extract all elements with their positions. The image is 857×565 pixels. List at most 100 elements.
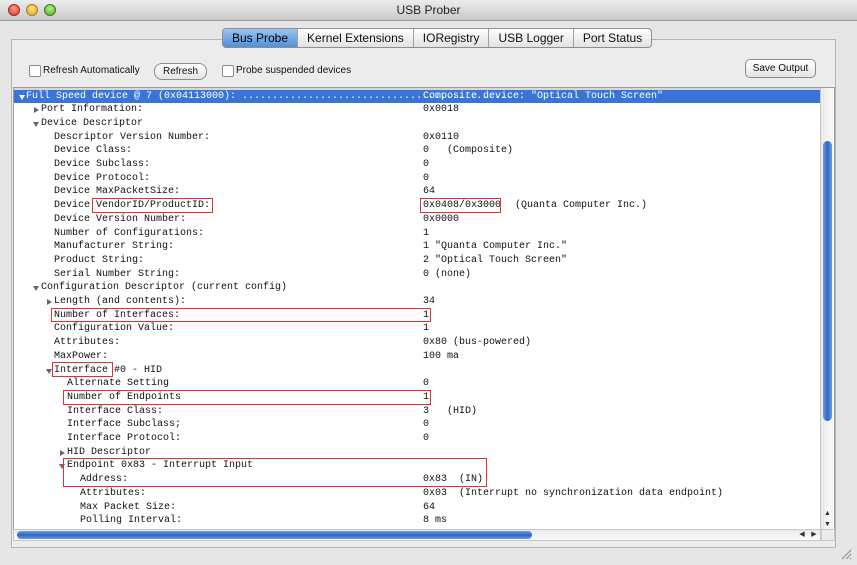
tree-row[interactable]: Device Subclass: 0 <box>14 158 820 172</box>
row-key: Device Descriptor <box>41 117 144 129</box>
row-key: Device Class: <box>54 145 133 157</box>
tab-bus-probe[interactable]: Bus Probe <box>223 29 299 47</box>
tree-row[interactable]: Manufacturer String: 1 "Quanta Computer … <box>14 240 820 254</box>
refresh-automatically-checkbox[interactable] <box>29 65 41 77</box>
row-value: 0x80 (bus-powered) <box>423 337 532 349</box>
row-key: Number of Configurations: <box>54 227 205 239</box>
tab-kernel-extensions[interactable]: Kernel Extensions <box>298 29 414 47</box>
resize-grip-icon[interactable] <box>840 548 852 560</box>
row-key: Descriptor Version Number: <box>54 131 211 143</box>
row-key: Product String: <box>54 254 145 266</box>
tree-row[interactable]: Attributes: 0x80 (bus-powered) <box>14 336 820 350</box>
save-output-button[interactable]: Save Output <box>745 59 816 78</box>
tree-row[interactable]: Device Version Number: 0x0000 <box>14 213 820 227</box>
tree-row[interactable]: Alternate Setting 0 <box>14 377 820 391</box>
highlight-endpoint-0x83 <box>63 458 487 487</box>
row-key: Interface Subclass; <box>67 419 182 431</box>
disclosure-down-icon[interactable] <box>19 94 25 100</box>
row-value: 0x03 (Interrupt no synchronization data … <box>423 487 724 499</box>
probe-suspended-checkbox[interactable] <box>222 65 234 77</box>
row-value: 0 <box>423 159 430 170</box>
row-value: 1 <box>423 323 430 335</box>
highlight-number-of-interfaces <box>51 308 431 322</box>
probe-suspended-label: Probe suspended devices <box>236 65 352 76</box>
highlight-number-of-endpoints <box>63 390 431 405</box>
row-key: Max Packet Size: <box>80 501 177 513</box>
tree-row[interactable]: MaxPower: 100 ma <box>14 350 820 364</box>
tree-row[interactable]: Number of Configurations: 1 <box>14 227 820 241</box>
tree-row[interactable]: Interface Subclass; 0 <box>14 418 820 432</box>
window-title: USB Prober <box>396 3 461 17</box>
row-value: 100 ma <box>423 350 460 362</box>
title-bar[interactable]: USB Prober <box>0 0 857 21</box>
tree-row[interactable]: Serial Number String: 0 (none) <box>14 268 820 282</box>
disclosure-right-icon[interactable] <box>47 299 52 305</box>
row-key: Device Version Number: <box>54 213 187 225</box>
row-value: 0x0018 <box>423 104 460 116</box>
horizontal-scroll-thumb[interactable] <box>17 531 532 539</box>
tree-row[interactable]: Configuration Value: 1 <box>14 322 820 336</box>
highlight-vendor-product-label <box>92 198 213 213</box>
scroll-left-arrow-icon[interactable]: ◀ <box>796 530 808 540</box>
scrollbar-corner <box>821 529 835 541</box>
tree-row[interactable]: Interface #0 - HID <box>14 364 820 378</box>
tree-row[interactable]: Device Descriptor <box>14 117 820 131</box>
tree-row[interactable]: Port Information: 0x0018 <box>14 103 820 117</box>
tree-row[interactable]: Device Class: 0 (Composite) <box>14 144 820 158</box>
tab-ioregistry[interactable]: IORegistry <box>414 29 490 47</box>
row-key: Length (and contents): <box>54 296 187 307</box>
tab-bar: Bus Probe Kernel Extensions IORegistry U… <box>222 28 653 48</box>
row-key: Manufacturer String: <box>54 241 175 253</box>
tab-port-status[interactable]: Port Status <box>574 29 651 47</box>
tree-row[interactable]: Polling Interval: 8 ms <box>14 514 820 528</box>
row-value: 0 <box>423 172 430 184</box>
row-value: 64 <box>423 501 436 513</box>
row-key: Attributes: <box>80 487 147 499</box>
refresh-automatically-label: Refresh Automatically <box>43 65 140 76</box>
row-key: Device Protocol: <box>54 172 151 184</box>
vertical-scrollbar[interactable]: ▲ ▼ <box>820 88 834 529</box>
vertical-scroll-thumb[interactable] <box>823 141 832 421</box>
row-key: Attributes: <box>54 337 121 349</box>
row-key: Device Subclass: <box>54 159 151 170</box>
tree-row[interactable]: Device Protocol: 0 <box>14 172 820 186</box>
row-value: 3 (HID) <box>423 405 478 417</box>
tab-usb-logger[interactable]: USB Logger <box>489 29 574 47</box>
row-key: Serial Number String: <box>54 268 181 280</box>
tree-row[interactable]: Product String: 2 "Optical Touch Screen" <box>14 254 820 268</box>
horizontal-scrollbar[interactable]: ◀ ▶ <box>13 529 821 541</box>
row-key: Interface Protocol: <box>67 433 182 444</box>
refresh-button[interactable]: Refresh <box>154 63 207 80</box>
row-value: 8 ms <box>423 515 448 527</box>
tree-row[interactable]: Descriptor Version Number: 0x0110 <box>14 131 820 145</box>
row-key: Configuration Value: <box>54 323 175 335</box>
row-value: 0 <box>423 433 430 444</box>
row-value: 1 "Quanta Computer Inc." <box>423 241 568 253</box>
highlight-interface-0 <box>52 362 113 377</box>
tree-row[interactable]: Max Packet Size: 64 <box>14 501 820 515</box>
row-value: 0 (Composite) <box>423 145 514 157</box>
tree-row[interactable]: Attributes: 0x03 (Interrupt no synchroni… <box>14 487 820 501</box>
disclosure-right-icon[interactable] <box>60 449 65 456</box>
scroll-right-arrow-icon[interactable]: ▶ <box>808 530 820 540</box>
tree-row[interactable]: Interface Class: 3 (HID) <box>14 405 820 419</box>
usb-prober-window: USB Prober Bus Probe Kernel Extensions I… <box>0 0 857 565</box>
disclosure-down-icon[interactable] <box>33 286 39 292</box>
tree-row[interactable]: Length (and contents): 34 <box>14 295 820 309</box>
row-value: 1 <box>423 227 430 239</box>
tree-row[interactable]: Configuration Descriptor (current config… <box>14 281 820 295</box>
tree-row[interactable]: Interface Protocol: 0 <box>14 432 820 446</box>
row-value: 0 <box>423 419 430 431</box>
row-key: Polling Interval: <box>80 515 183 527</box>
row-value: 0 (none) <box>423 268 472 280</box>
scroll-up-arrow-icon[interactable]: ▲ <box>821 508 834 519</box>
row-value: 2 "Optical Touch Screen" <box>423 254 568 266</box>
disclosure-right-icon[interactable] <box>34 107 39 114</box>
row-value: 34 <box>423 296 436 307</box>
disclosure-down-icon[interactable] <box>33 121 39 127</box>
row-note: (Quanta Computer Inc.) <box>515 200 648 212</box>
row-value: 0x0000 <box>423 213 460 225</box>
device-row[interactable]: Full Speed device @ 7 (0x04113000): ....… <box>14 89 820 104</box>
bus-probe-outline-view[interactable]: Full Speed device @ 7 (0x04113000): ....… <box>13 87 835 530</box>
row-key: Interface Class: <box>67 405 164 417</box>
